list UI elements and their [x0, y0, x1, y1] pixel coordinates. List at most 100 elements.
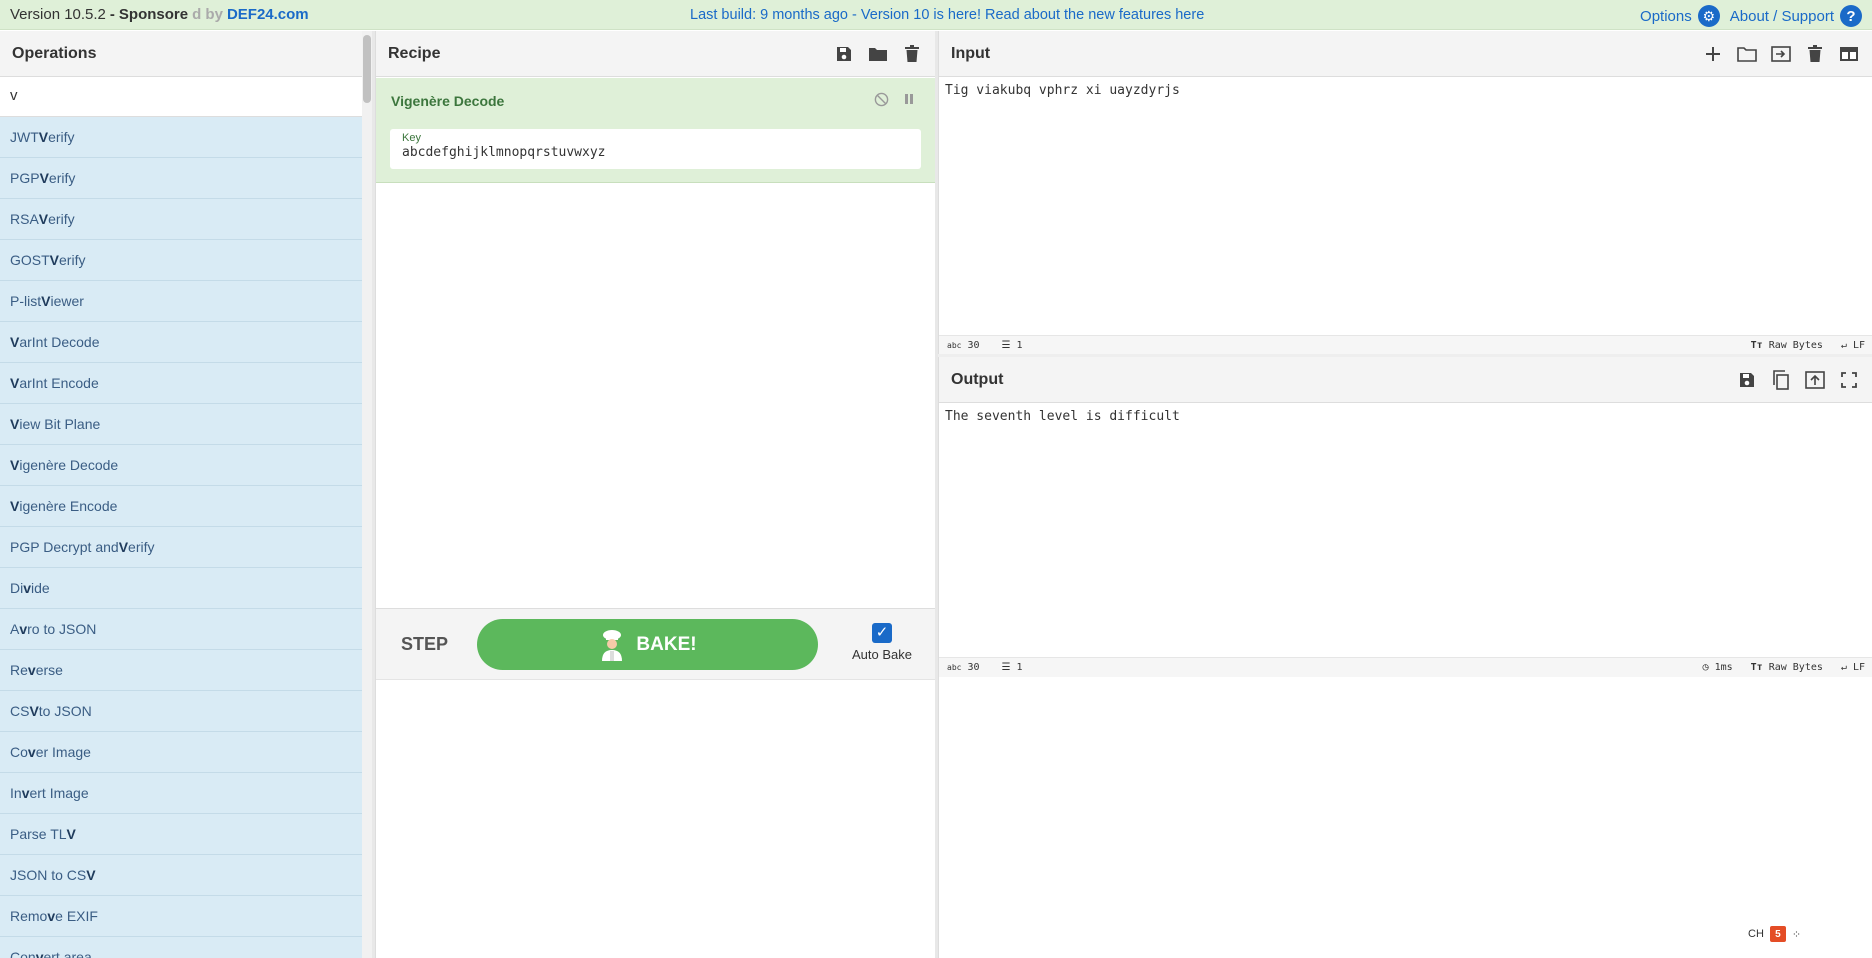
operation-name-post: igenère Encode	[19, 498, 118, 514]
operation-name-pre: A	[10, 621, 20, 637]
operation-name-post: erify	[48, 211, 75, 227]
disable-operation-icon[interactable]	[874, 92, 889, 110]
operations-list: JWT Verify PGP Verify RSA Verify GOST Verif…	[0, 117, 362, 958]
copy-output-icon[interactable]	[1770, 369, 1792, 391]
operations-search-input[interactable]: v	[0, 77, 372, 117]
save-recipe-icon[interactable]	[833, 43, 855, 65]
open-file-icon[interactable]	[1770, 43, 1792, 65]
operation-name-match: V	[10, 375, 20, 391]
operation-list-item[interactable]: P-list Viewer	[0, 281, 362, 322]
operation-list-item[interactable]: Co v er Image	[0, 732, 362, 773]
open-folder-icon[interactable]	[1736, 43, 1758, 65]
operation-name-post: igenère Decode	[19, 457, 119, 473]
operation-name-pre: JSON to CS	[10, 867, 87, 883]
operation-list-item[interactable]: Re v erse	[0, 650, 362, 691]
bake-time: ◷ 1ms	[1703, 662, 1733, 673]
input-encoding[interactable]: Tт Raw Bytes	[1751, 340, 1823, 351]
operation-name-pre: Re	[10, 662, 28, 678]
ime-indicator[interactable]: CH	[1748, 928, 1764, 940]
save-output-icon[interactable]	[1736, 369, 1758, 391]
output-encoding[interactable]: Tт Raw Bytes	[1751, 662, 1823, 673]
load-recipe-icon[interactable]	[867, 43, 889, 65]
html5-icon[interactable]: 5	[1769, 926, 1786, 942]
output-text[interactable]: The seventh level is difficult	[945, 409, 1180, 424]
replace-input-icon[interactable]	[1804, 369, 1826, 391]
text-format-icon: Tт	[1750, 662, 1763, 673]
operation-list-item[interactable]: Parse TL V	[0, 814, 362, 855]
operation-name-match: V	[10, 334, 20, 350]
input-text[interactable]: Tig viakubq vphrz xi uayzdyrjs	[945, 83, 1180, 98]
operation-name-pre: RSA	[10, 211, 39, 227]
recipe-operation-vigenere-decode[interactable]: Vigenère Decode Key abcdefghijklmnopqrst…	[376, 78, 935, 183]
operation-list-item[interactable]: RSA Verify	[0, 199, 362, 240]
input-encoding-value: Raw Bytes	[1768, 340, 1823, 351]
operation-name-post: ide	[31, 580, 50, 596]
build-notice-link[interactable]: Last build: 9 months ago - Version 10 is…	[690, 7, 1204, 23]
operation-name-post: erify	[128, 539, 155, 555]
operation-name-match: v	[19, 621, 28, 637]
about-label: About / Support	[1729, 7, 1834, 25]
operation-list-item[interactable]: PGP Decrypt and Verify	[0, 527, 362, 568]
bake-time-value: 1ms	[1714, 662, 1733, 673]
output-lines: ☰ 1	[1002, 662, 1023, 673]
operation-list-item[interactable]: VarInt Encode	[0, 363, 362, 404]
output-eol[interactable]: ↵ LF	[1841, 662, 1865, 673]
dash: -	[109, 6, 115, 23]
operation-name-match: V	[38, 211, 49, 227]
return-icon: ↵	[1840, 340, 1847, 351]
operation-list-item[interactable]: Vigenère Decode	[0, 445, 362, 486]
operation-list-item[interactable]: Di v ide	[0, 568, 362, 609]
operation-name-pre: PGP	[10, 170, 40, 186]
reset-layout-icon[interactable]	[1838, 43, 1860, 65]
operation-name-match: V	[41, 293, 51, 309]
operation-list-item[interactable]: In v ert Image	[0, 773, 362, 814]
output-eol-value: LF	[1852, 662, 1865, 673]
operation-list-item[interactable]: PGP Verify	[0, 158, 362, 199]
chef-icon	[598, 629, 626, 661]
operation-list-item[interactable]: Remo v e EXIF	[0, 896, 362, 937]
operation-name-match: v	[23, 580, 32, 596]
operation-name-post: arInt Decode	[19, 334, 100, 350]
operation-name-pre: Co	[10, 744, 28, 760]
scroll-thumb[interactable]	[363, 35, 371, 103]
operation-name-pre: In	[10, 785, 22, 801]
operation-list-item[interactable]: GOST Verify	[0, 240, 362, 281]
operation-list-item[interactable]: Vigenère Encode	[0, 486, 362, 527]
operation-name-pre: GOST	[10, 252, 50, 268]
operation-list-item[interactable]: VarInt Decode	[0, 322, 362, 363]
about-support-button[interactable]: About / Support ?	[1730, 5, 1862, 27]
operation-list-item[interactable]: Av ro to JSON	[0, 609, 362, 650]
clear-input-icon[interactable]	[1804, 43, 1826, 65]
operations-title: Operations	[0, 31, 372, 77]
recipe-panel: Recipe Vigenère Decode Key abcdefghijklm…	[375, 31, 935, 958]
clear-recipe-icon[interactable]	[901, 43, 923, 65]
tray-dots-icon[interactable]: ⁘	[1792, 928, 1801, 941]
operation-list-item[interactable]: View Bit Plane	[0, 404, 362, 445]
operation-list-item[interactable]: JWT Verify	[0, 117, 362, 158]
operation-name-pre: Parse TL	[10, 826, 67, 842]
pause-operation-icon[interactable]	[903, 92, 915, 110]
bake-button[interactable]: BAKE!	[477, 619, 818, 670]
operations-scrollbar[interactable]	[362, 31, 372, 958]
key-field[interactable]: Key abcdefghijklmnopqrstuvwxyz	[390, 129, 921, 169]
autobake-toggle[interactable]: ✓ Auto Bake	[847, 623, 917, 662]
operation-list-item[interactable]: CS V to JSON	[0, 691, 362, 732]
operation-list-item[interactable]: JSON to CS V	[0, 855, 362, 896]
add-tab-icon[interactable]	[1702, 43, 1724, 65]
maximise-output-icon[interactable]	[1838, 369, 1860, 391]
autobake-checkbox[interactable]: ✓	[872, 623, 892, 643]
operation-list-item[interactable]: Con v ert area	[0, 937, 362, 958]
bake-label: BAKE!	[636, 633, 697, 655]
input-eol[interactable]: ↵ LF	[1841, 340, 1865, 351]
sponsor-link[interactable]: DEF24.com	[227, 6, 309, 23]
options-button[interactable]: Options ⚙	[1640, 5, 1720, 27]
input-header: Input	[939, 31, 1872, 77]
operation-name-post: erse	[35, 662, 63, 678]
lines-icon: ☰	[1001, 340, 1011, 351]
system-tray: CH 5 ⁘	[1748, 926, 1801, 942]
operation-name-pre: Remo	[10, 908, 48, 924]
step-button[interactable]: STEP	[401, 634, 448, 655]
operation-name-post: ert Image	[29, 785, 89, 801]
operation-name-match: v	[21, 785, 30, 801]
operation-name-match: V	[29, 703, 39, 719]
